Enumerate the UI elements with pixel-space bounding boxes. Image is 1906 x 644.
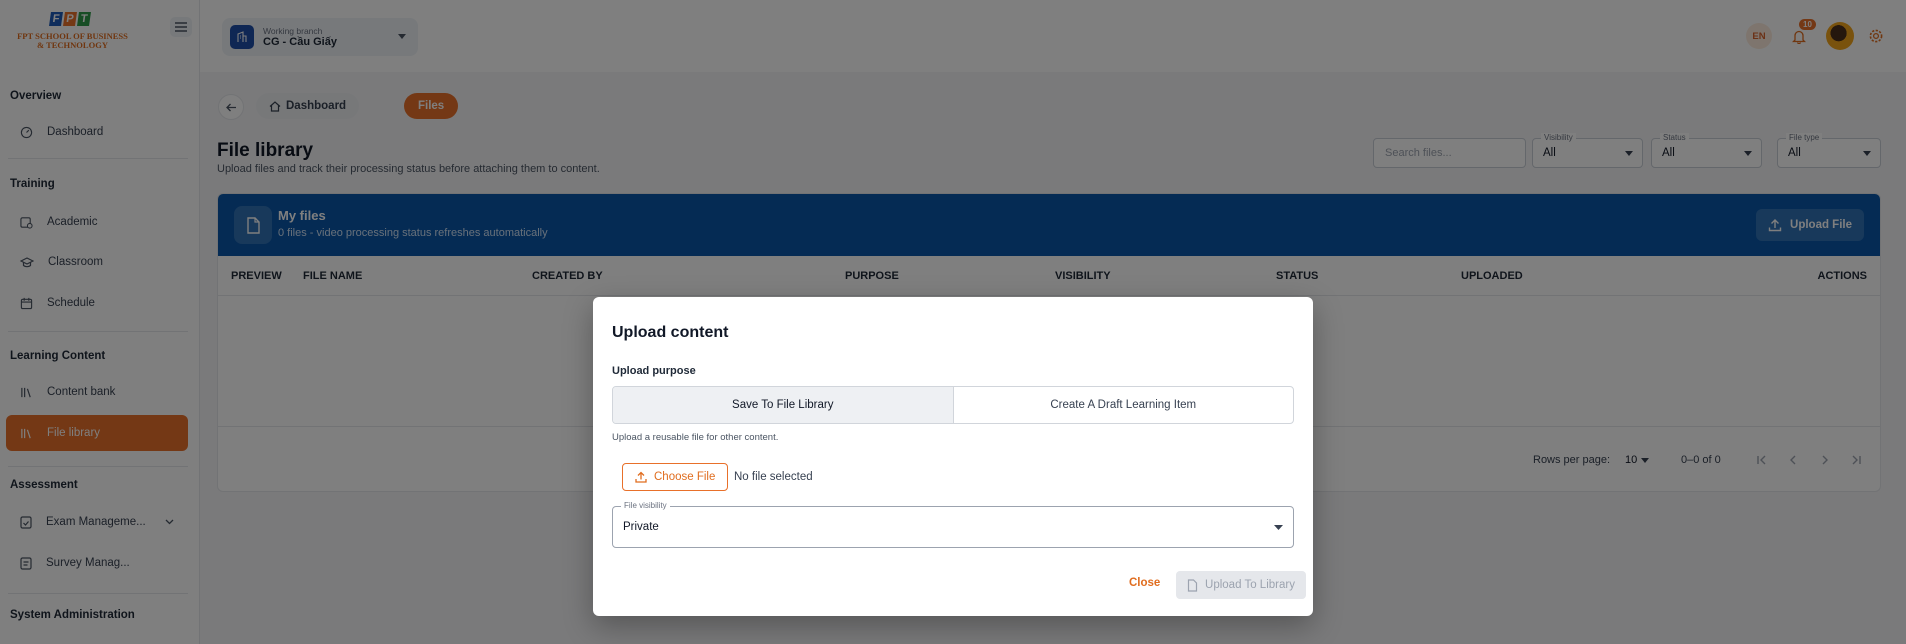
upload-content-dialog: Upload content Upload purpose Save To Fi… <box>593 297 1313 616</box>
file-icon <box>1187 578 1198 592</box>
dialog-title: Upload content <box>612 324 729 341</box>
option-save-to-file-library[interactable]: Save To File Library <box>613 387 954 423</box>
option-create-draft-learning-item[interactable]: Create A Draft Learning Item <box>954 387 1294 423</box>
choose-file-button[interactable]: Choose File <box>622 463 729 491</box>
caret-down-icon <box>1274 525 1283 530</box>
upload-purpose-help: Upload a reusable file for other content… <box>612 432 779 443</box>
selected-file-name: No file selected <box>734 471 813 483</box>
choose-file-label: Choose File <box>654 471 716 483</box>
file-visibility-select[interactable]: File visibility Private <box>612 501 1294 548</box>
file-visibility-value: Private <box>623 521 659 533</box>
file-visibility-label: File visibility <box>621 501 670 510</box>
upload-purpose-label: Upload purpose <box>612 365 696 377</box>
upload-to-library-button[interactable]: Upload To Library <box>1176 571 1306 599</box>
close-button[interactable]: Close <box>1129 577 1160 589</box>
upload-to-library-label: Upload To Library <box>1205 579 1295 591</box>
upload-icon <box>635 471 647 483</box>
upload-purpose-toggle: Save To File Library Create A Draft Lear… <box>612 386 1294 424</box>
